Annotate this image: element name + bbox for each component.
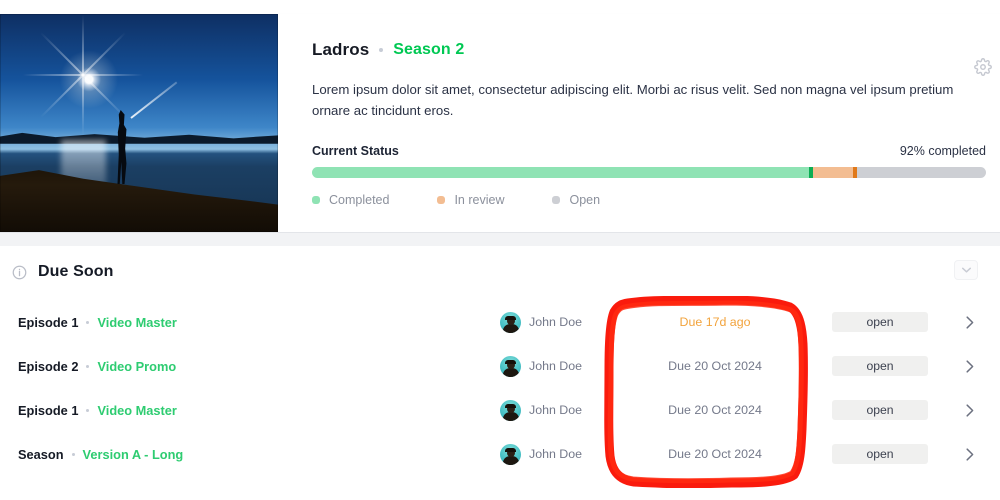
row-navigate-cell[interactable] bbox=[940, 315, 1000, 329]
season-label: Season 2 bbox=[393, 41, 465, 58]
avatar bbox=[500, 311, 521, 333]
avatar-cap bbox=[505, 447, 516, 452]
app-root: Ladros Season 2 Lorem ipsum dolor sit am… bbox=[0, 0, 1000, 500]
row-due-date: Due 20 Oct 2024 bbox=[668, 447, 762, 461]
progress-segment-open bbox=[857, 167, 986, 178]
avatar-cap bbox=[505, 315, 516, 320]
open-button[interactable]: open bbox=[832, 444, 928, 464]
table-row[interactable]: Season Version A - Long John Doe Due 20 … bbox=[0, 432, 1000, 476]
divider-line bbox=[0, 232, 1000, 233]
row-assignee-cell[interactable]: John Doe bbox=[500, 399, 610, 421]
row-episode: Episode 1 bbox=[18, 314, 79, 330]
row-navigate-cell[interactable] bbox=[940, 359, 1000, 373]
row-separator-dot bbox=[86, 408, 90, 412]
avatar-cap bbox=[505, 359, 516, 364]
row-asset-cell: Episode 2 Video Promo bbox=[0, 359, 500, 374]
row-action-cell: open bbox=[820, 400, 940, 420]
legend-dot-in-review-icon bbox=[437, 196, 446, 204]
progress-segment-in-review bbox=[813, 167, 854, 178]
chevron-right-icon bbox=[966, 447, 974, 461]
row-assignee-cell[interactable]: John Doe bbox=[500, 311, 610, 333]
row-due-cell: Due 17d ago bbox=[610, 315, 820, 329]
legend-dot-open-icon bbox=[552, 196, 561, 204]
row-assignee-cell[interactable]: John Doe bbox=[500, 443, 610, 465]
due-soon-collapse-button[interactable] bbox=[954, 260, 978, 280]
status-percent: 92% completed bbox=[899, 144, 986, 158]
row-episode: Episode 1 bbox=[18, 402, 79, 418]
row-action-cell: open bbox=[820, 444, 940, 464]
row-asset-name: Video Master bbox=[97, 402, 177, 418]
row-assignee-name: John Doe bbox=[529, 315, 583, 329]
info-circle-icon bbox=[12, 265, 27, 279]
gear-icon bbox=[974, 58, 992, 76]
chevron-right-icon bbox=[966, 403, 974, 417]
progress-bar[interactable] bbox=[312, 167, 986, 178]
row-assignee-name: John Doe bbox=[529, 447, 583, 461]
legend-label: In review bbox=[454, 193, 505, 207]
status-row: Current Status 92% completed bbox=[312, 144, 986, 158]
row-separator-dot bbox=[86, 320, 90, 324]
row-assignee-name: John Doe bbox=[529, 359, 583, 373]
project-details: Ladros Season 2 Lorem ipsum dolor sit am… bbox=[278, 14, 1000, 232]
row-assignee-cell[interactable]: John Doe bbox=[500, 355, 610, 377]
row-action-cell: open bbox=[820, 312, 940, 332]
avatar-cap bbox=[505, 403, 516, 408]
legend-label: Completed bbox=[329, 193, 390, 207]
table-row[interactable]: Episode 1 Video Master John Doe Due 17d … bbox=[0, 300, 1000, 344]
progress-segment-completed bbox=[312, 167, 810, 178]
row-due-date: Due 17d ago bbox=[679, 315, 751, 329]
row-action-cell: open bbox=[820, 356, 940, 376]
due-soon-header: Due Soon bbox=[0, 252, 1000, 292]
chevron-down-icon bbox=[961, 267, 971, 273]
title-separator-dot bbox=[379, 48, 384, 52]
row-assignee-name: John Doe bbox=[529, 403, 583, 417]
open-button[interactable]: open bbox=[832, 400, 928, 420]
project-title-row: Ladros Season 2 bbox=[312, 40, 986, 60]
table-row[interactable]: Episode 2 Video Promo John Doe Due 20 Oc… bbox=[0, 344, 1000, 388]
row-due-cell: Due 20 Oct 2024 bbox=[610, 403, 820, 417]
status-label: Current Status bbox=[312, 144, 399, 158]
legend-dot-completed-icon bbox=[312, 196, 320, 204]
chevron-right-icon bbox=[966, 359, 974, 373]
project-summary-card: Ladros Season 2 Lorem ipsum dolor sit am… bbox=[0, 14, 1000, 232]
row-navigate-cell[interactable] bbox=[940, 403, 1000, 417]
row-separator-dot bbox=[86, 364, 90, 368]
progress-legend: Completed In review Open bbox=[312, 193, 986, 207]
row-due-date: Due 20 Oct 2024 bbox=[668, 403, 762, 417]
due-soon-list: Episode 1 Video Master John Doe Due 17d … bbox=[0, 300, 1000, 476]
open-button[interactable]: open bbox=[832, 356, 928, 376]
avatar bbox=[500, 443, 521, 465]
project-description: Lorem ipsum dolor sit amet, consectetur … bbox=[312, 82, 954, 118]
row-asset-name: Video Promo bbox=[97, 358, 177, 374]
legend-label: Open bbox=[569, 193, 601, 207]
row-episode: Episode 2 bbox=[18, 358, 79, 374]
project-thumbnail[interactable] bbox=[0, 14, 278, 232]
due-soon-title: Due Soon bbox=[38, 263, 114, 280]
legend-item-completed: Completed bbox=[312, 193, 389, 207]
row-due-date: Due 20 Oct 2024 bbox=[668, 359, 762, 373]
row-episode: Season bbox=[18, 446, 64, 462]
chevron-right-icon bbox=[966, 315, 974, 329]
row-due-cell: Due 20 Oct 2024 bbox=[610, 359, 820, 373]
row-asset-cell: Episode 1 Video Master bbox=[0, 315, 500, 330]
avatar bbox=[500, 355, 521, 377]
settings-button[interactable] bbox=[972, 56, 994, 78]
legend-item-open: Open bbox=[552, 193, 600, 207]
row-navigate-cell[interactable] bbox=[940, 447, 1000, 461]
row-due-cell: Due 20 Oct 2024 bbox=[610, 447, 820, 461]
thumbnail-border bbox=[0, 14, 278, 232]
avatar bbox=[500, 399, 521, 421]
legend-item-in-review: In review bbox=[437, 193, 504, 207]
page-title: Ladros bbox=[312, 40, 370, 59]
row-asset-cell: Season Version A - Long bbox=[0, 447, 500, 462]
row-asset-cell: Episode 1 Video Master bbox=[0, 403, 500, 418]
row-asset-name: Video Master bbox=[97, 314, 177, 330]
section-divider bbox=[0, 232, 1000, 246]
table-row[interactable]: Episode 1 Video Master John Doe Due 20 O… bbox=[0, 388, 1000, 432]
row-separator-dot bbox=[71, 452, 75, 456]
open-button[interactable]: open bbox=[832, 312, 928, 332]
row-asset-name: Version A - Long bbox=[82, 446, 184, 462]
